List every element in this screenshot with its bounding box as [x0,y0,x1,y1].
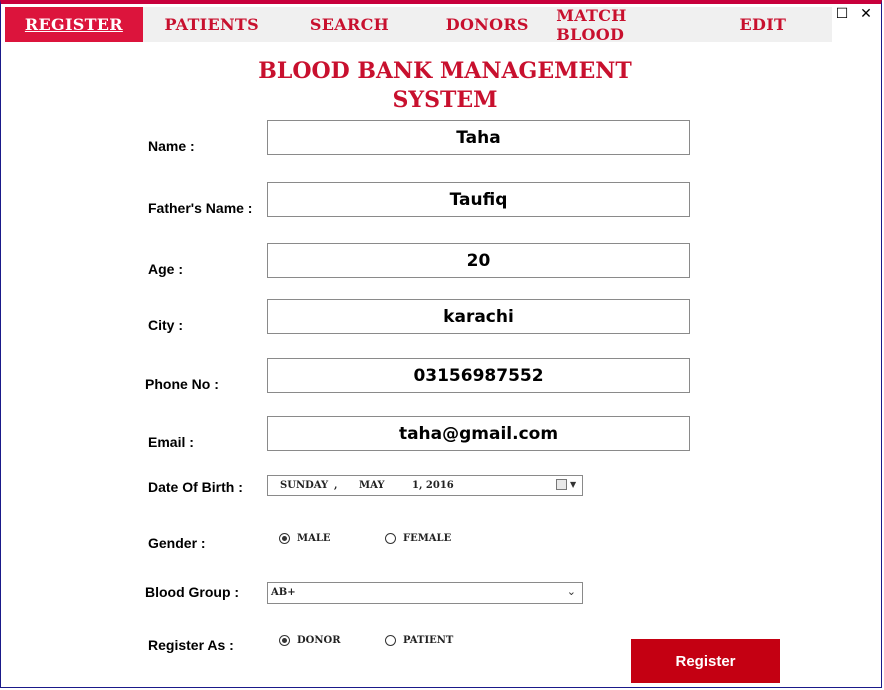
tab-edit[interactable]: EDIT [694,7,832,42]
age-field[interactable]: 20 [267,243,690,278]
gender-female-radio[interactable]: FEMALE [385,533,451,544]
title-line-2: SYSTEM [392,87,498,113]
blood-group-value: AB+ [271,587,296,598]
radio-circle [279,635,290,646]
phone-label: Phone No : [145,376,219,392]
chevron-down-icon[interactable]: ▼ [570,479,576,489]
phone-field[interactable]: 03156987552 [267,358,690,393]
tab-match-blood[interactable]: MATCH BLOOD [556,6,694,44]
radio-selected-dot [282,638,287,643]
blood-group-label: Blood Group : [145,584,240,600]
register-as-label: Register As : [148,637,234,653]
blood-group-select[interactable]: AB+ ⌄ [267,582,583,604]
gender-label: Gender : [148,535,206,551]
register-button[interactable]: Register [631,639,780,683]
dob-label: Date Of Birth : [148,479,243,495]
register-as-patient-label: PATIENT [403,635,454,646]
radio-circle [385,533,396,544]
radio-selected-dot [282,536,287,541]
radio-circle [385,635,396,646]
email-label: Email : [148,434,194,450]
close-button[interactable]: ✕ [857,6,875,22]
chevron-down-icon: ⌄ [566,585,576,598]
register-as-donor-radio[interactable]: DONOR [279,635,341,646]
register-as-donor-label: DONOR [297,635,341,646]
tab-donors[interactable]: DONORS [418,7,556,42]
register-as-patient-radio[interactable]: PATIENT [385,635,453,646]
dob-date: 1, 2016 [412,480,454,491]
father-name-label: Father's Name : [148,200,253,216]
page-title: BLOOD BANK MANAGEMENT SYSTEM [250,57,640,115]
city-label: City : [148,317,183,333]
dob-separator: , [334,480,338,491]
tab-search[interactable]: SEARCH [281,7,419,42]
dob-picker[interactable]: SUNDAY , MAY 1, 2016 ▼ [267,475,583,496]
tab-register[interactable]: REGISTER [5,7,143,42]
calendar-icon[interactable] [556,479,567,490]
dob-month: MAY [359,480,385,491]
radio-circle [279,533,290,544]
dob-day: SUNDAY [280,480,329,491]
gender-female-label: FEMALE [403,533,452,544]
gender-male-radio[interactable]: MALE [279,533,330,544]
maximize-button[interactable]: ☐ [833,6,851,22]
age-label: Age : [148,261,183,277]
email-field[interactable]: taha@gmail.com [267,416,690,451]
father-name-field[interactable]: Taufiq [267,182,690,217]
title-line-1: BLOOD BANK MANAGEMENT [258,58,632,84]
city-field[interactable]: karachi [267,299,690,334]
tab-bar: REGISTER PATIENTS SEARCH DONORS MATCH BL… [5,6,832,44]
tab-patients[interactable]: PATIENTS [143,7,281,42]
name-label: Name : [148,138,195,154]
gender-male-label: MALE [297,533,331,544]
name-field[interactable]: Taha [267,120,690,155]
